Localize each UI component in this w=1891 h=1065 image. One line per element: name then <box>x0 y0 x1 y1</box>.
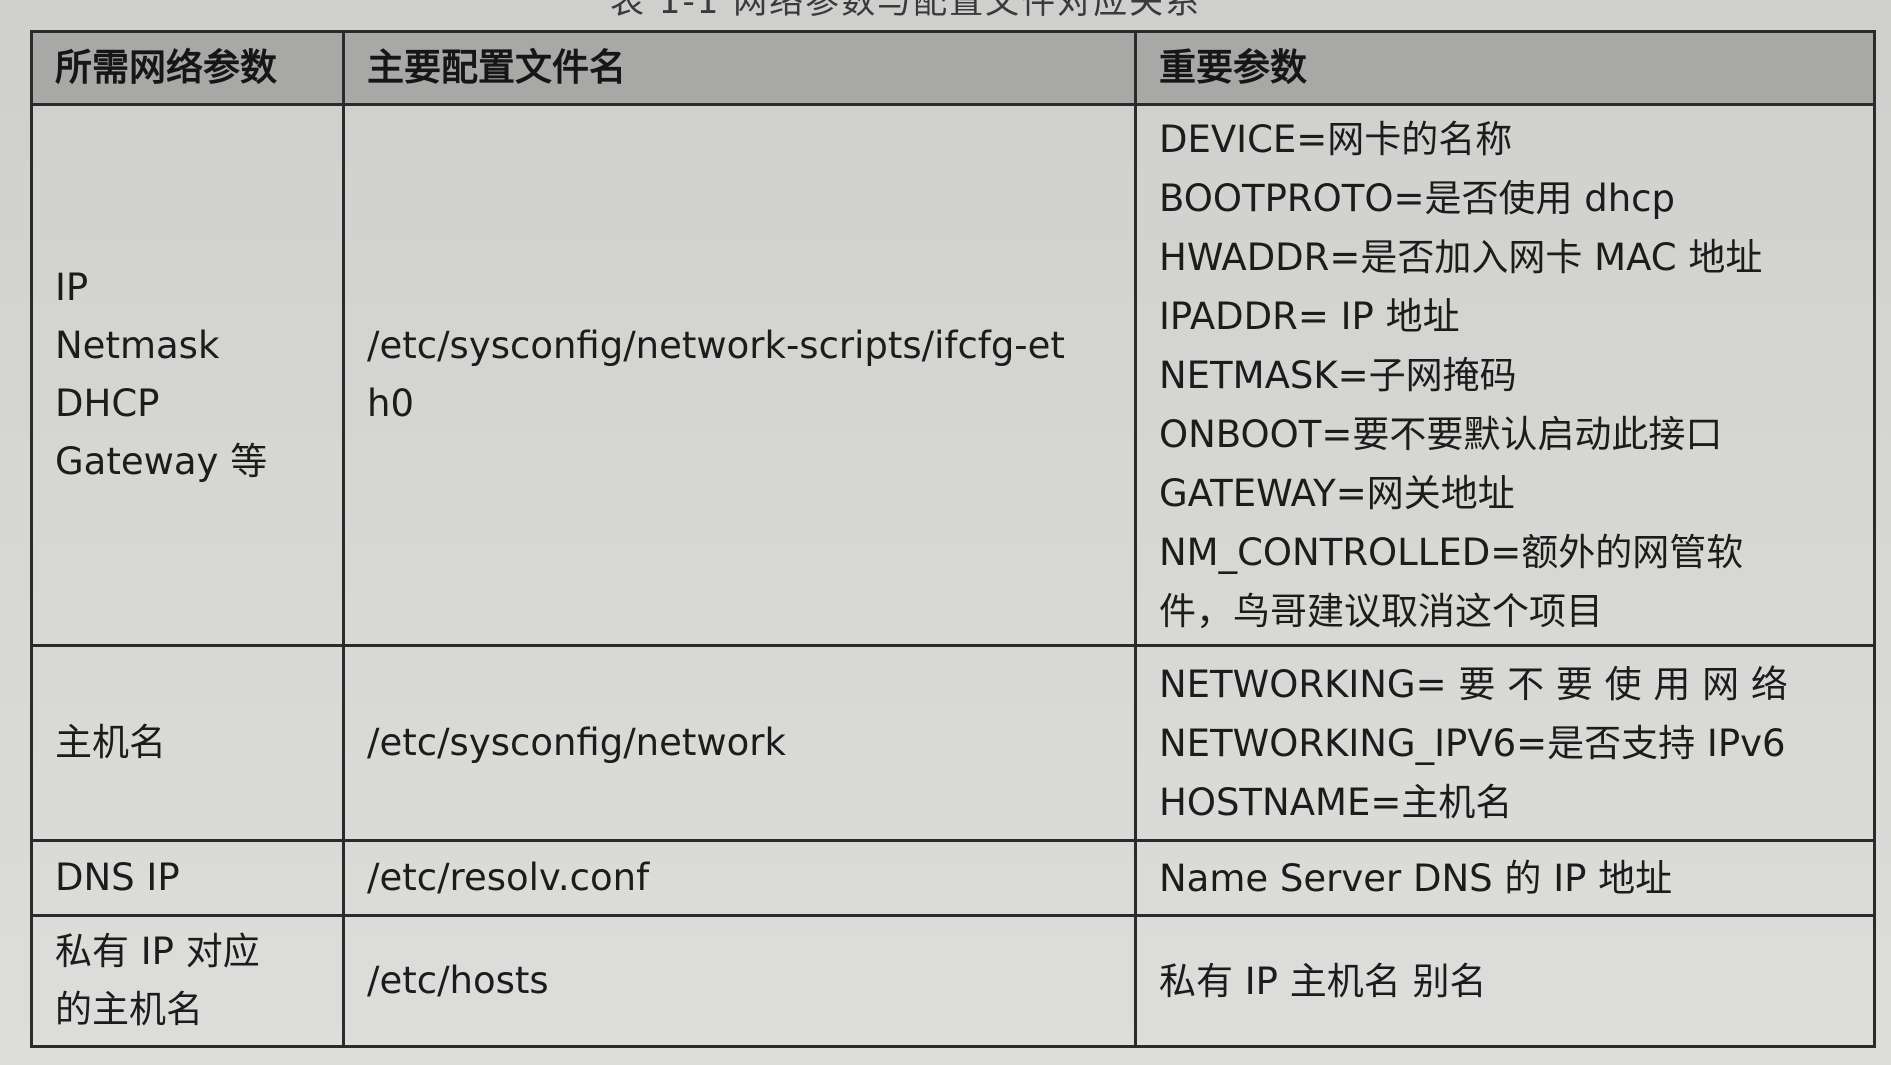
table-row: 私有 IP 对应 的主机名 /etc/hosts 私有 IP 主机名 别名 <box>30 914 1876 1048</box>
config-file-path-line-2: h0 <box>367 382 414 425</box>
important-param: NETWORKING_IPV6=是否支持 IPv6 <box>1159 721 1786 765</box>
table-row: IP Netmask DHCP Gateway 等 /etc/sysconfig… <box>30 103 1876 647</box>
param-ip: IP <box>55 266 89 309</box>
important-param: Name Server DNS 的 IP 地址 <box>1159 856 1673 900</box>
row-important-cell: Name Server DNS 的 IP 地址 <box>1134 839 1876 917</box>
param-dns-ip: DNS IP <box>55 856 180 899</box>
config-file-path: /etc/resolv.conf <box>367 856 650 899</box>
important-param: IPADDR= IP 地址 <box>1159 294 1460 338</box>
table-row: 主机名 /etc/sysconfig/network NETWORKING= 要… <box>30 644 1876 842</box>
row-params-cell: IP Netmask DHCP Gateway 等 <box>30 103 345 647</box>
table-row: DNS IP /etc/resolv.conf Name Server DNS … <box>30 839 1876 917</box>
important-param: HOSTNAME=主机名 <box>1159 780 1513 824</box>
config-file-path: /etc/sysconfig/network <box>367 721 786 764</box>
important-param: HWADDR=是否加入网卡 MAC 地址 <box>1159 235 1763 279</box>
table-header-row: 所需网络参数 主要配置文件名 重要参数 <box>30 30 1876 106</box>
param-hostname: 主机名 <box>55 721 166 764</box>
param-gateway: Gateway 等 <box>55 440 268 483</box>
header-important-params: 重要参数 <box>1134 30 1876 106</box>
row-params-cell: DNS IP <box>30 839 345 917</box>
header-config-file: 主要配置文件名 <box>342 30 1137 106</box>
important-param: 件，鸟哥建议取消这个项目 <box>1159 589 1603 633</box>
important-param: GATEWAY=网关地址 <box>1159 471 1515 515</box>
row-important-cell: 私有 IP 主机名 别名 <box>1134 914 1876 1048</box>
important-param: DEVICE=网卡的名称 <box>1159 117 1513 161</box>
param-private-ip-hostname: 的主机名 <box>55 988 203 1031</box>
important-param: 私有 IP 主机名 别名 <box>1159 959 1487 1003</box>
important-param: ONBOOT=要不要默认启动此接口 <box>1159 412 1723 456</box>
important-param: NETMASK=子网掩码 <box>1159 353 1517 397</box>
important-param: NM_CONTROLLED=额外的网管软 <box>1159 530 1744 574</box>
table-caption: 表 1-1 网络参数与配置文件对应关系 <box>610 0 1202 22</box>
row-file-cell: /etc/sysconfig/network-scripts/ifcfg-et … <box>342 103 1137 647</box>
config-file-path-line-1: /etc/sysconfig/network-scripts/ifcfg-et <box>367 324 1065 367</box>
header-network-params: 所需网络参数 <box>30 30 345 106</box>
param-private-ip-hostname: 私有 IP 对应 <box>55 930 260 973</box>
param-dhcp: DHCP <box>55 382 160 425</box>
row-important-cell: NETWORKING= 要 不 要 使 用 网 络 NETWORKING_IPV… <box>1134 644 1876 842</box>
row-params-cell: 主机名 <box>30 644 345 842</box>
network-config-table: 所需网络参数 主要配置文件名 重要参数 IP Netmask DHCP Gate… <box>30 30 1876 1048</box>
row-params-cell: 私有 IP 对应 的主机名 <box>30 914 345 1048</box>
row-important-cell: DEVICE=网卡的名称 BOOTPROTO=是否使用 dhcp HWADDR=… <box>1134 103 1876 647</box>
row-file-cell: /etc/sysconfig/network <box>342 644 1137 842</box>
config-file-path: /etc/hosts <box>367 959 549 1002</box>
row-file-cell: /etc/resolv.conf <box>342 839 1137 917</box>
row-file-cell: /etc/hosts <box>342 914 1137 1048</box>
important-param: NETWORKING= 要 不 要 使 用 网 络 <box>1159 662 1788 706</box>
important-param: BOOTPROTO=是否使用 dhcp <box>1159 176 1675 220</box>
param-netmask: Netmask <box>55 324 220 367</box>
